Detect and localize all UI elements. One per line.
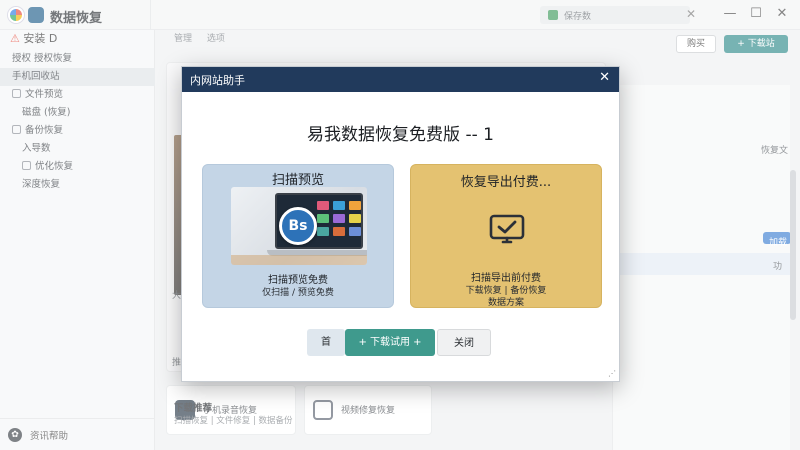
- option-desc: 数据方案: [487, 298, 524, 308]
- option-desc: 仅扫描 / 预览免费: [262, 288, 334, 298]
- laptop-illustration: Bs: [231, 187, 367, 265]
- app-tile: [333, 201, 345, 210]
- app-tile: [317, 201, 329, 210]
- app-tile: [349, 214, 361, 223]
- dialog-title: 内网站助手: [190, 74, 245, 87]
- option-desc: 扫描导出前付费: [471, 273, 541, 284]
- desk-surface: [231, 255, 367, 265]
- app-tile: [317, 227, 329, 236]
- dialog-footer: 首 + 下载试用 + 关闭: [182, 329, 619, 359]
- app-tile: [333, 214, 345, 223]
- brand-badge-icon: Bs: [279, 207, 317, 245]
- dialog-heading: 易我数据恢复免费版 -- 1: [307, 125, 494, 145]
- option-title: 恢复导出付费...: [460, 175, 552, 190]
- paid-export-option[interactable]: 恢复导出付费... 扫描导出前付费 下载恢复 | 备份恢复 数据方案: [410, 164, 602, 308]
- resize-grip-icon[interactable]: ⋰: [608, 369, 616, 378]
- scan-preview-option[interactable]: 扫描预览 Bs 扫描预览免费 仅扫描 / 预览免费: [202, 164, 394, 308]
- first-button[interactable]: 首: [307, 329, 345, 356]
- app-tile: [349, 227, 361, 236]
- download-trial-button[interactable]: + 下载试用 +: [345, 329, 435, 356]
- option-title: 扫描预览: [271, 173, 324, 188]
- close-icon[interactable]: ✕: [599, 70, 610, 85]
- app-tile: [333, 227, 345, 236]
- app-tile: [349, 201, 361, 210]
- option-desc: 扫描预览免费: [268, 275, 328, 286]
- monitor-check-icon: [489, 214, 525, 244]
- app-tile: [317, 214, 329, 223]
- dialog-header: 内网站助手 ✕: [182, 67, 619, 92]
- edition-dialog: 内网站助手 ✕ 易我数据恢复免费版 -- 1 扫描预览 Bs 扫描预览免费 仅扫…: [181, 66, 620, 382]
- close-button[interactable]: 关闭: [437, 329, 491, 356]
